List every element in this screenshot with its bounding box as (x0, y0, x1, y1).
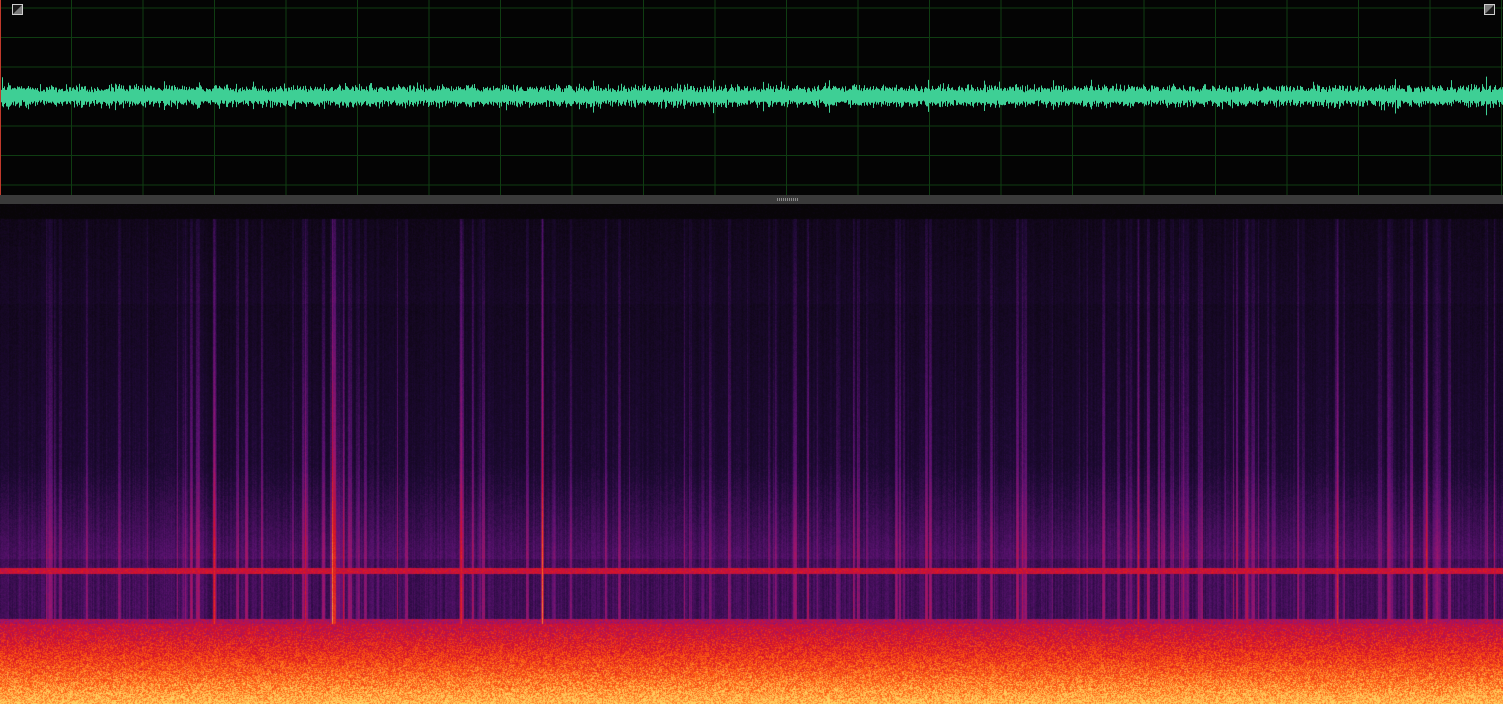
zoom-out-corner-icon (13, 5, 22, 14)
splitter-grip-icon (777, 198, 799, 201)
zoom-in-corner-button[interactable] (1484, 4, 1495, 15)
waveform-signal (0, 76, 1503, 116)
panel-splitter[interactable] (0, 195, 1503, 204)
zoom-in-corner-icon (1485, 5, 1494, 14)
spectrogram-view[interactable] (0, 204, 1503, 704)
playhead-cursor[interactable] (0, 0, 1, 195)
waveform-plot[interactable] (0, 0, 1503, 195)
waveform-view[interactable] (0, 0, 1503, 195)
spectrogram-image (0, 204, 1503, 704)
zoom-out-corner-button[interactable] (12, 4, 23, 15)
